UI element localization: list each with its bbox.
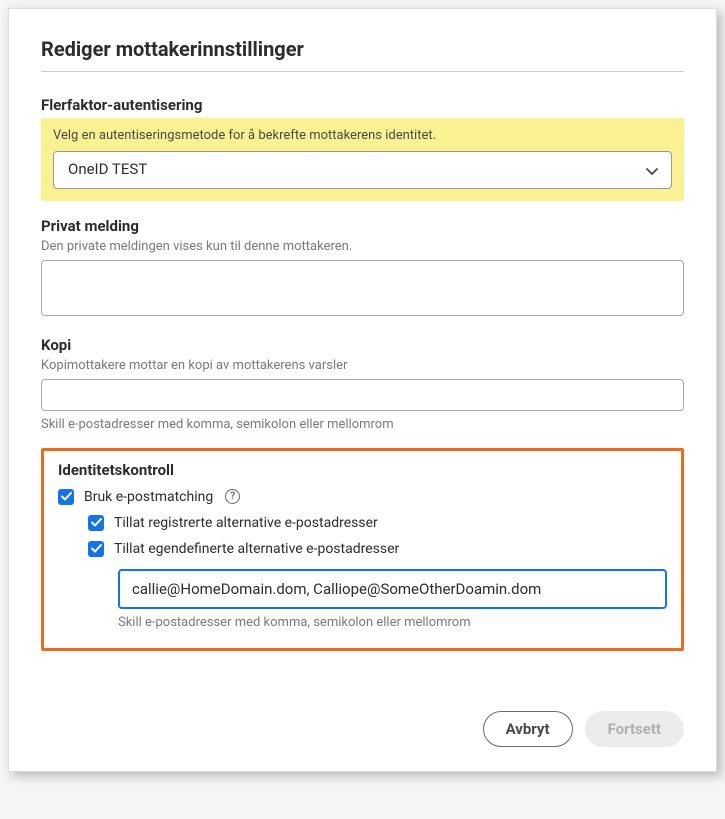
mfa-select-wrap: OneID TEST <box>53 151 672 189</box>
mfa-highlight: Velg en autentiseringsmetode for å bekre… <box>41 118 684 201</box>
mfa-section: Flerfaktor-autentisering Velg en autenti… <box>41 96 684 201</box>
dialog-title: Rediger mottakerinnstillinger <box>41 37 684 61</box>
registered-alt-checkbox[interactable] <box>88 515 104 531</box>
custom-alt-row: Tillat egendefinerte alternative e-posta… <box>88 541 667 557</box>
private-message-helper: Den private meldingen vises kun til denn… <box>41 239 684 254</box>
email-matching-checkbox[interactable] <box>58 489 74 505</box>
registered-alt-label: Tillat registrerte alternative e-postadr… <box>114 515 378 531</box>
recipient-settings-dialog: Rediger mottakerinnstillinger Flerfaktor… <box>8 8 717 772</box>
copy-emails-input[interactable] <box>41 379 684 411</box>
custom-alt-label: Tillat egendefinerte alternative e-posta… <box>114 541 399 557</box>
private-message-input[interactable] <box>41 260 684 316</box>
dialog-footer: Avbryt Fortsett <box>41 711 684 747</box>
mfa-helper-text: Velg en autentiseringsmetode for å bekre… <box>53 128 672 143</box>
continue-button[interactable]: Fortsett <box>585 711 684 747</box>
cancel-button[interactable]: Avbryt <box>483 711 573 747</box>
divider <box>41 71 684 72</box>
mfa-section-title: Flerfaktor-autentisering <box>41 96 684 114</box>
custom-alt-checkbox[interactable] <box>88 541 104 557</box>
custom-alt-emails-input[interactable] <box>118 569 667 609</box>
identity-section-frame: Identitetskontroll Bruk e-postmatching ?… <box>41 448 684 651</box>
copy-title: Kopi <box>41 336 684 354</box>
private-message-title: Privat melding <box>41 217 684 235</box>
help-icon[interactable]: ? <box>225 489 240 504</box>
registered-alt-row: Tillat registrerte alternative e-postadr… <box>88 515 667 531</box>
email-matching-row: Bruk e-postmatching ? <box>58 489 667 505</box>
email-matching-label: Bruk e-postmatching <box>84 489 213 505</box>
identity-title: Identitetskontroll <box>58 461 667 479</box>
custom-alt-input-block: Skill e-postadresser med komma, semikolo… <box>118 569 667 630</box>
private-message-section: Privat melding Den private meldingen vis… <box>41 217 684 320</box>
custom-alt-hint: Skill e-postadresser med komma, semikolo… <box>118 615 667 630</box>
copy-section: Kopi Kopimottakere mottar en kopi av mot… <box>41 336 684 432</box>
auth-method-select[interactable]: OneID TEST <box>53 151 672 189</box>
copy-helper: Kopimottakere mottar en kopi av mottaker… <box>41 358 684 373</box>
copy-hint: Skill e-postadresser med komma, semikolo… <box>41 417 684 432</box>
